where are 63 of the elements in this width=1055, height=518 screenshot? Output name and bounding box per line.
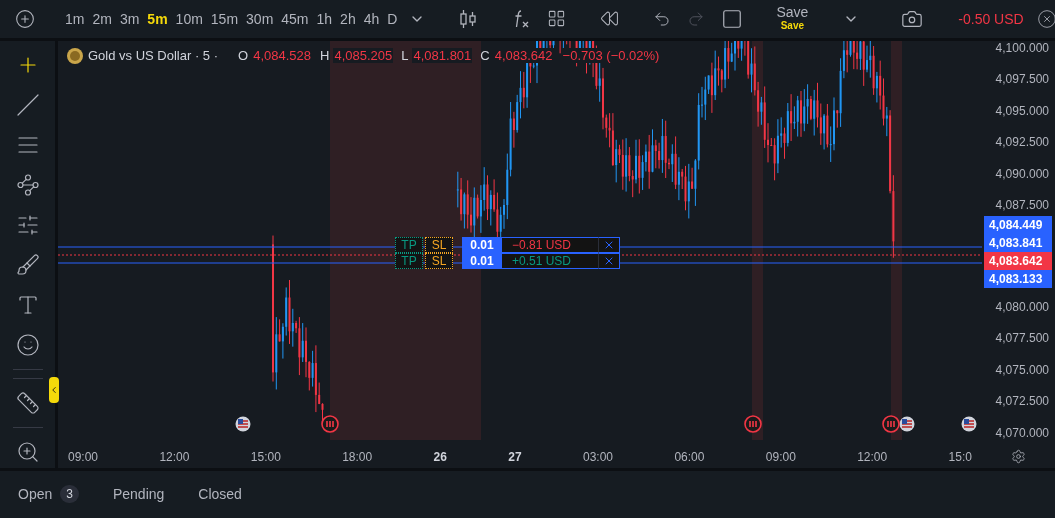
count-badge: 3: [60, 485, 79, 504]
price-tick: 4,080.000: [995, 299, 1049, 314]
price-tick: 4,100.000: [995, 40, 1049, 55]
price-tick: 4,087.500: [995, 198, 1049, 213]
time-tick: 26: [433, 449, 447, 464]
price-tick: 4,070.000: [995, 425, 1049, 440]
symbol-title: Gold vs US Dollar · 5 ·: [88, 48, 219, 64]
coin-icon: [66, 46, 84, 65]
settings-icon[interactable]: [1011, 449, 1026, 465]
price-tick: 4,095.000: [995, 103, 1049, 118]
time-tick: 03:00: [583, 449, 614, 464]
timeframe-button[interactable]: 2m: [89, 7, 115, 30]
timeframe-button[interactable]: D: [384, 7, 401, 30]
timeframe-button[interactable]: 10m: [172, 7, 206, 30]
close-order-button[interactable]: [598, 236, 620, 253]
price-tick: 4,075.000: [995, 362, 1049, 377]
tab[interactable]: Closed: [198, 486, 242, 503]
time-tick: 15:00: [250, 449, 281, 464]
event-marker-icon[interactable]: [321, 414, 339, 433]
timeframe-button[interactable]: 45m: [278, 7, 312, 30]
timeframe-button[interactable]: 15m: [207, 7, 242, 30]
timeframe-button[interactable]: 2h: [337, 7, 359, 30]
tab[interactable]: Pending: [112, 486, 165, 503]
time-tick: 09:00: [765, 449, 796, 464]
flag-icon[interactable]: [899, 415, 915, 432]
time-tick: 06:00: [674, 449, 705, 464]
save-button[interactable]: Save Save: [770, 5, 815, 33]
time-tick: 27: [508, 449, 522, 464]
ohlc-label: O: [238, 48, 249, 64]
time-tick: 18:00: [342, 449, 373, 464]
collapse-handle[interactable]: [49, 376, 59, 403]
timeframe-button[interactable]: 1m: [62, 7, 88, 30]
ohlc-label: L: [401, 48, 409, 64]
event-marker-icon[interactable]: [744, 414, 762, 433]
time-tick: 15:0: [948, 449, 972, 464]
price-change: −0.703 (−0.02%): [561, 48, 661, 64]
price-tick: 4,077.500: [995, 331, 1049, 346]
flag-icon[interactable]: [961, 415, 977, 432]
order-quantity: 0.01: [462, 236, 502, 253]
ohlc-label: H: [320, 48, 330, 64]
ohlc-value: 4,083.642: [493, 48, 554, 64]
timeframe-button[interactable]: 5m: [144, 7, 171, 30]
price-tag: 4,084.449: [984, 215, 1052, 234]
timeframe-button[interactable]: 1h: [313, 7, 336, 30]
time-tick: 12:00: [857, 449, 888, 464]
timeframe-button[interactable]: 3m: [116, 7, 143, 30]
price-tick: 4,072.500: [995, 394, 1049, 409]
timeframe-button[interactable]: 4h: [360, 7, 383, 30]
time-tick: 09:00: [68, 449, 99, 464]
ohlc-value: 4,084.528: [252, 48, 312, 64]
timeframe-button[interactable]: 30m: [243, 7, 277, 30]
price-tick: 4,092.500: [995, 135, 1049, 150]
pnl-value: -0.50 USD: [958, 10, 1024, 27]
ohlc-value: 4,085.205: [333, 48, 394, 64]
order-pnl: −0.81 USD: [502, 236, 598, 253]
ohlc-value: 4,081.801: [412, 48, 473, 64]
price-tick: 4,090.000: [995, 166, 1049, 181]
price-tick: 4,097.500: [995, 72, 1049, 87]
tab[interactable]: Open 3: [18, 485, 79, 504]
ohlc-label: C: [480, 48, 490, 64]
event-marker-icon[interactable]: [882, 414, 900, 433]
time-tick: 12:00: [159, 449, 190, 464]
flag-icon[interactable]: [235, 415, 251, 432]
